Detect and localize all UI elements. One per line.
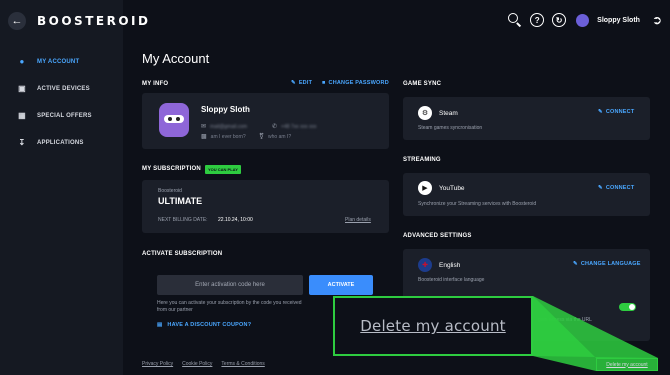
link-icon: ✎ — [598, 185, 603, 191]
gender-row: ⚧ who am I? — [259, 133, 292, 141]
change-password-label: CHANGE PASSWORD — [328, 80, 389, 86]
delete-account-link[interactable]: Delete my account — [596, 358, 658, 371]
subscription-card: Boosteroid ULTIMATE NEXT BILLING DATE: 2… — [142, 180, 389, 233]
language-desc: Boosteroid interface language — [418, 277, 485, 283]
uk-flag-icon: ✚ — [418, 258, 432, 272]
steam-name: Steam — [439, 110, 458, 117]
avatar[interactable] — [576, 13, 590, 27]
username[interactable]: Sloppy Sloth — [597, 17, 640, 24]
steam-card: ⚙ Steam Steam games syncronisation ✎ CON… — [403, 97, 650, 140]
mail-icon: ✉ — [201, 124, 207, 130]
sidebar-item-label: APPLICATIONS — [37, 139, 84, 146]
sidebar-item-label: SPECIAL OFFERS — [37, 112, 92, 119]
discount-coupon-link[interactable]: ▤ HAVE A DISCOUNT COUPON? — [157, 322, 251, 328]
change-password-link[interactable]: ■ CHANGE PASSWORD — [322, 80, 389, 86]
search-icon[interactable] — [508, 13, 522, 27]
birth-value: am I ever born? — [210, 133, 246, 140]
link-icon: ✎ — [598, 109, 603, 115]
delete-account-zoom-label[interactable]: Delete my account — [360, 317, 505, 335]
lock-icon: ■ — [322, 80, 326, 86]
speed-icon[interactable]: ↻ — [552, 13, 567, 27]
gender-icon: ⚧ — [259, 134, 265, 140]
phone-icon: ✆ — [272, 124, 278, 130]
footer-links: Privacy Policy Cookie Policy Terms & Con… — [142, 361, 265, 367]
profile-name: Sloppy Sloth — [201, 105, 250, 114]
phone-value: +48 7xx xxx xxx — [281, 123, 317, 130]
monitor-icon: ▣ — [18, 84, 26, 93]
sidebar: ← BOOSTEROID ● MY ACCOUNT ▣ ACTIVE DEVIC… — [0, 0, 148, 375]
change-language-label: CHANGE LANGUAGE — [580, 261, 641, 267]
change-language-button[interactable]: ✎ CHANGE LANGUAGE — [573, 261, 641, 267]
youtube-connect-button[interactable]: ✎ CONNECT — [598, 185, 634, 191]
connect-label: CONNECT — [605, 185, 635, 191]
game-sync-title: GAME SYNC — [403, 81, 442, 87]
edit-label: EDIT — [298, 80, 313, 86]
calendar-icon: ▩ — [201, 134, 207, 140]
gift-icon: ▦ — [18, 111, 26, 120]
back-arrow-icon[interactable]: ← — [8, 12, 26, 30]
activate-title: ACTIVATE SUBSCRIPTION — [142, 251, 223, 257]
youtube-name: YouTube — [439, 185, 465, 192]
activate-button[interactable]: ACTIVATE — [309, 275, 373, 295]
steam-connect-button[interactable]: ✎ CONNECT — [598, 109, 634, 115]
logout-icon[interactable]: ➲ — [652, 13, 662, 27]
my-info-title: MY INFO — [142, 81, 169, 87]
sidebar-item-my-account[interactable]: ● MY ACCOUNT — [0, 48, 123, 75]
pencil-icon: ✎ — [291, 80, 296, 86]
steam-desc: Steam games syncronisation — [418, 125, 483, 131]
youtube-icon: ▶ — [418, 181, 432, 195]
coupon-label: HAVE A DISCOUNT COUPON? — [167, 322, 252, 328]
profile-avatar — [159, 103, 189, 137]
language-name: English — [439, 262, 461, 269]
gender-value: who am I? — [268, 133, 292, 140]
settings-toggle[interactable] — [619, 303, 636, 311]
activate-description: Here you can activate your subscription … — [157, 300, 302, 313]
youtube-card: ▶ YouTube Synchronize your Streaming ser… — [403, 173, 650, 216]
logo: BOOSTEROID — [37, 14, 151, 28]
user-icon: ● — [19, 57, 25, 66]
steam-icon: ⚙ — [418, 106, 432, 120]
top-toolbar: ? ↻ Sloppy Sloth ➲ — [508, 13, 662, 27]
help-icon[interactable]: ? — [530, 13, 545, 27]
subscription-title: MY SUBSCRIPTION — [142, 166, 201, 172]
billing-label: NEXT BILLING DATE: — [158, 217, 208, 223]
url-access-desc: gain access via the URL — [538, 317, 592, 323]
ticket-icon: ▤ — [157, 322, 163, 328]
activation-code-input[interactable]: Enter activation code here — [157, 275, 303, 295]
edit-link[interactable]: ✎ EDIT — [291, 80, 312, 86]
sidebar-nav: ● MY ACCOUNT ▣ ACTIVE DEVICES ▦ SPECIAL … — [0, 48, 123, 156]
zoom-callout: Delete my account — [333, 296, 533, 356]
streaming-title: STREAMING — [403, 157, 441, 163]
status-badge: YOU CAN PLAY — [205, 165, 241, 174]
sidebar-item-applications[interactable]: ↧ APPLICATIONS — [0, 129, 123, 156]
sidebar-item-label: ACTIVE DEVICES — [37, 85, 90, 92]
youtube-desc: Synchronize your Streaming services with… — [418, 201, 537, 207]
subscription-provider: Boosteroid — [158, 188, 182, 194]
terms-link[interactable]: Terms & Conditions — [221, 361, 264, 367]
page-title: My Account — [142, 51, 210, 66]
subscription-plan: ULTIMATE — [158, 196, 203, 206]
advanced-settings-title: ADVANCED SETTINGS — [403, 233, 472, 239]
cookie-policy-link[interactable]: Cookie Policy — [182, 361, 212, 367]
plan-details-link[interactable]: Plan details — [345, 217, 371, 223]
email-row: ✉ mail@gmail.com — [201, 123, 248, 131]
billing-date: 22.10.24, 10:00 — [218, 217, 253, 223]
phone-row: ✆ +48 7xx xxx xxx — [272, 123, 317, 131]
sidebar-item-label: MY ACCOUNT — [37, 58, 80, 65]
email-value: mail@gmail.com — [210, 123, 248, 130]
my-info-card: Sloppy Sloth ✉ mail@gmail.com ✆ +48 7xx … — [142, 93, 389, 149]
birth-row: ▩ am I ever born? — [201, 133, 246, 141]
sidebar-item-active-devices[interactable]: ▣ ACTIVE DEVICES — [0, 75, 123, 102]
download-icon: ↧ — [18, 138, 26, 147]
connect-label: CONNECT — [605, 109, 635, 115]
privacy-policy-link[interactable]: Privacy Policy — [142, 361, 173, 367]
sidebar-item-special-offers[interactable]: ▦ SPECIAL OFFERS — [0, 102, 123, 129]
pencil-icon: ✎ — [573, 261, 578, 267]
